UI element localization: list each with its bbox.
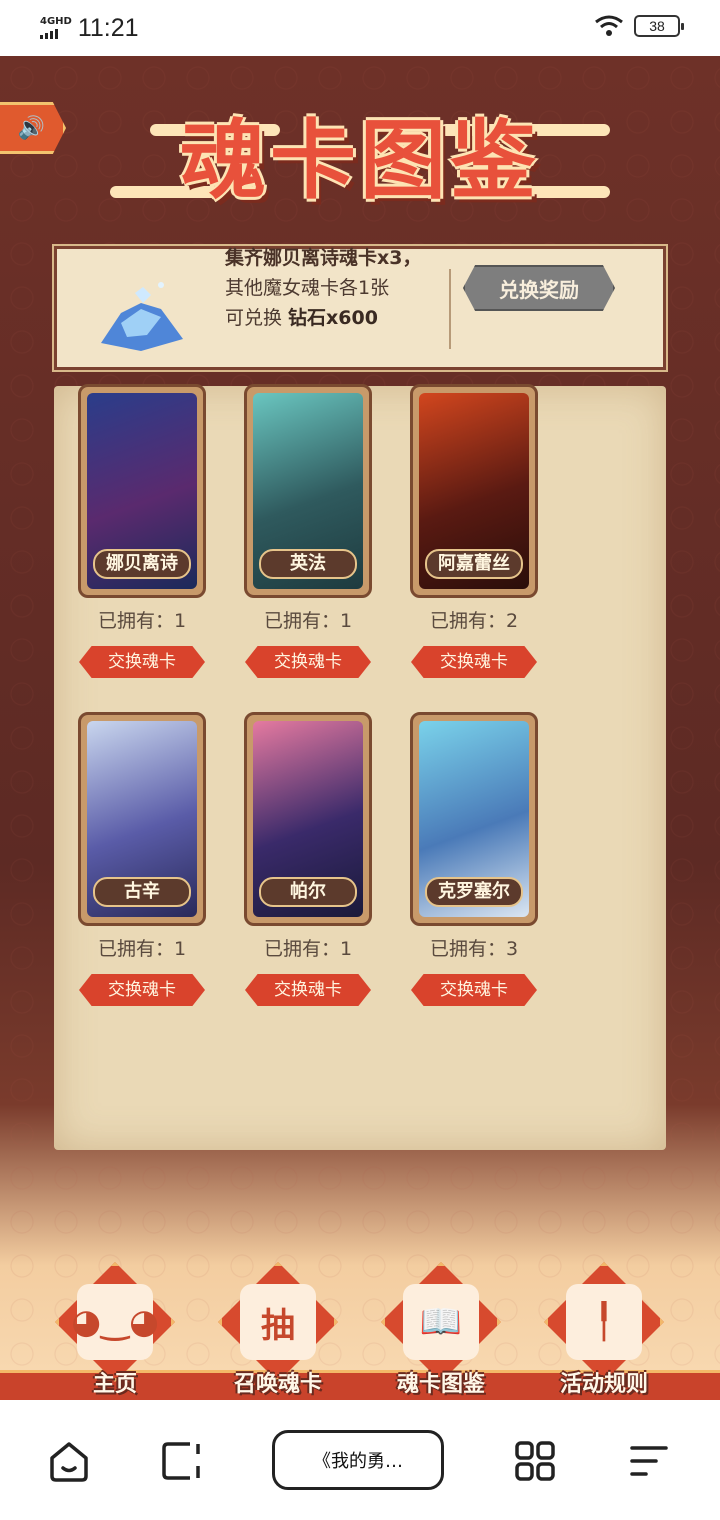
clock: 11:21 bbox=[77, 13, 139, 42]
card-name: 古辛 bbox=[93, 877, 191, 907]
exchange-card-button[interactable]: 交换魂卡 bbox=[245, 974, 371, 1006]
card-art: 古辛 bbox=[87, 721, 197, 917]
soul-card[interactable]: 古辛 bbox=[78, 712, 206, 926]
card-owned-count: 已拥有：1 bbox=[263, 610, 353, 632]
card-art: 英法 bbox=[253, 393, 363, 589]
menu-icon[interactable] bbox=[628, 1440, 670, 1482]
diamond-pile-icon bbox=[101, 282, 183, 351]
status-right: 38 bbox=[594, 14, 684, 38]
book-icon: 📖 bbox=[403, 1284, 479, 1360]
draw-icon: 抽 bbox=[240, 1284, 316, 1360]
soul-card[interactable]: 帕尔 bbox=[244, 712, 372, 926]
tabs-icon[interactable] bbox=[160, 1440, 202, 1482]
card-art: 娜贝离诗 bbox=[87, 393, 197, 589]
status-bar: 4GHD 11:21 38 bbox=[0, 0, 720, 56]
signal-icon bbox=[40, 29, 72, 39]
card-art: 帕尔 bbox=[253, 721, 363, 917]
exchange-card-button[interactable]: 交换魂卡 bbox=[245, 646, 371, 678]
card-name: 英法 bbox=[259, 549, 357, 579]
card-owned-count: 已拥有：1 bbox=[97, 938, 187, 960]
scroll-icon: ╿ bbox=[566, 1284, 642, 1360]
exchange-card-button[interactable]: 交换魂卡 bbox=[79, 974, 205, 1006]
card-owned-count: 已拥有：2 bbox=[429, 610, 519, 632]
network-indicator: 4GHD bbox=[40, 17, 72, 39]
redeem-reward-button[interactable]: 兑换奖励 bbox=[463, 265, 615, 311]
card-name: 阿嘉蕾丝 bbox=[425, 549, 523, 579]
card-owned-count: 已拥有：3 bbox=[429, 938, 519, 960]
title-banner: 魂卡图鉴 bbox=[110, 96, 610, 236]
sound-toggle-button[interactable]: 🔊 bbox=[0, 102, 66, 154]
nav-summon-card[interactable]: 抽 召唤魂卡 bbox=[203, 1262, 353, 1400]
soul-card[interactable]: 英法 bbox=[244, 384, 372, 598]
game-area: 🔊 魂卡图鉴 集齐娜贝离诗魂卡x3， 其他魔女魂卡各1张 可兑换 钻石x600 … bbox=[0, 56, 720, 1400]
reward-value: 钻石x600 bbox=[288, 307, 378, 329]
battery-level: 38 bbox=[649, 18, 665, 34]
exchange-card-button[interactable]: 交换魂卡 bbox=[79, 646, 205, 678]
card-collection-panel: 娜贝离诗 已拥有：1 交换魂卡 英法 已拥有：1 交换魂卡 阿嘉蕾丝 已拥有：2 交换魂卡 古辛已… bbox=[54, 384, 666, 1150]
card-owned-count: 已拥有：1 bbox=[263, 938, 353, 960]
exchange-card-button[interactable]: 交换魂卡 bbox=[411, 646, 537, 678]
nav-home[interactable]: ◕‿◕ 主页 bbox=[40, 1262, 190, 1400]
game-bottom-nav: ◕‿◕ 主页 抽 召唤魂卡 📖 魂卡图鉴 ╿ 活动规则 bbox=[0, 1252, 720, 1400]
page-title: 魂卡图鉴 bbox=[180, 110, 540, 211]
soul-card[interactable]: 克罗塞尔 bbox=[410, 712, 538, 926]
home-icon[interactable] bbox=[48, 1440, 90, 1482]
wifi-icon bbox=[595, 15, 623, 36]
reward-line-1: 集齐娜贝离诗魂卡x3， bbox=[225, 247, 422, 269]
reward-panel: 集齐娜贝离诗魂卡x3， 其他魔女魂卡各1张 可兑换 钻石x600 兑换奖励 bbox=[52, 244, 668, 372]
apps-icon[interactable] bbox=[514, 1440, 556, 1482]
browser-toolbar: 《我的勇… bbox=[0, 1400, 720, 1520]
reward-line-2: 其他魔女魂卡各1张 bbox=[225, 277, 390, 299]
bunny-icon: ◕‿◕ bbox=[71, 1284, 159, 1360]
reward-description: 集齐娜贝离诗魂卡x3， 其他魔女魂卡各1张 可兑换 钻石x600 bbox=[225, 247, 455, 333]
divider bbox=[449, 269, 451, 349]
soul-card[interactable]: 阿嘉蕾丝 bbox=[410, 384, 538, 598]
card-name: 娜贝离诗 bbox=[93, 549, 191, 579]
battery-icon: 38 bbox=[634, 15, 684, 37]
card-name: 克罗塞尔 bbox=[425, 877, 523, 907]
card-owned-count: 已拥有：1 bbox=[97, 610, 187, 632]
url-title-pill[interactable]: 《我的勇… bbox=[272, 1430, 444, 1490]
reward-line-3: 可兑换 钻石x600 bbox=[225, 307, 378, 329]
nav-card-gallery[interactable]: 📖 魂卡图鉴 bbox=[366, 1262, 516, 1400]
card-name: 帕尔 bbox=[259, 877, 357, 907]
speaker-icon: 🔊 bbox=[17, 115, 46, 141]
card-art: 阿嘉蕾丝 bbox=[419, 393, 529, 589]
nav-event-rules[interactable]: ╿ 活动规则 bbox=[529, 1262, 679, 1400]
network-type: 4GHD bbox=[40, 16, 72, 27]
soul-card[interactable]: 娜贝离诗 bbox=[78, 384, 206, 598]
card-art: 克罗塞尔 bbox=[419, 721, 529, 917]
exchange-card-button[interactable]: 交换魂卡 bbox=[411, 974, 537, 1006]
